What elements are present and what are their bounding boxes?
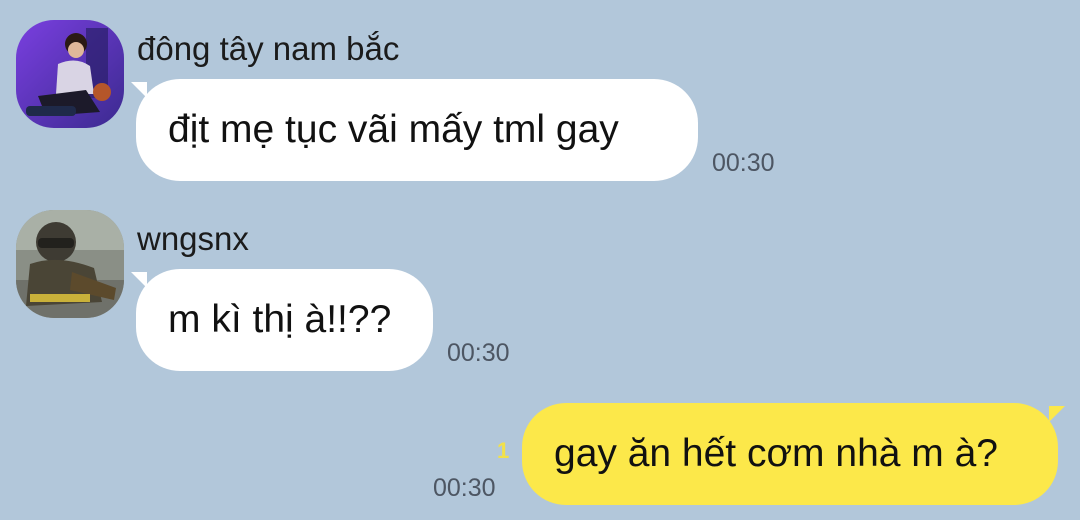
message-text: địt mẹ tục vãi mấy tml gay	[168, 108, 619, 151]
message-bubble[interactable]: m kì thị à!!??	[136, 269, 433, 371]
message-text: gay ăn hết cơm nhà m à?	[554, 432, 998, 475]
avatar-wngsnx[interactable]	[16, 210, 124, 318]
message-bubble[interactable]: địt mẹ tục vãi mấy tml gay	[136, 79, 698, 181]
message-bubble[interactable]: gay ăn hết cơm nhà m à?	[522, 403, 1058, 505]
message-timestamp: 00:30	[712, 149, 775, 177]
sender-name: wngsnx	[137, 220, 249, 257]
message-timestamp: 00:30	[447, 339, 510, 367]
message-text: m kì thị à!!??	[168, 298, 392, 341]
avatar-dong-tay-nam-bac[interactable]	[16, 20, 124, 128]
person-with-basketball-avatar	[16, 20, 124, 128]
unread-count: 1	[497, 438, 510, 463]
helmet-rider-avatar	[16, 210, 124, 318]
sender-name: đông tây nam bắc	[137, 30, 400, 67]
bubble-tail	[1049, 406, 1065, 422]
message-timestamp: 00:30	[433, 474, 496, 502]
